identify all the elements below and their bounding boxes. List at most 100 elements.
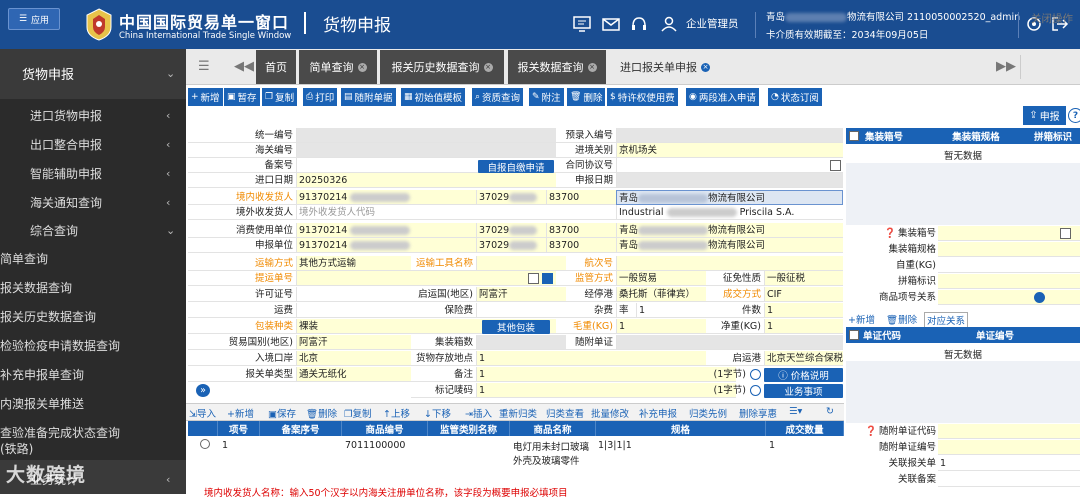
close-ops-button[interactable]: 关闭操作: [1031, 11, 1073, 26]
field-jnshf-name[interactable]: 青岛 物流有限公司: [616, 190, 843, 205]
field-mygb[interactable]: 阿富汗: [296, 335, 411, 350]
price-note-button[interactable]: ⓘ 价格说明: [764, 368, 843, 382]
add-box-button[interactable]: +新增: [848, 312, 875, 326]
field-sfdz[interactable]: [616, 335, 843, 350]
goods-copy-button[interactable]: ❐复制: [344, 406, 372, 420]
doc-select-all-checkbox[interactable]: [849, 330, 859, 340]
field-haiguan[interactable]: [296, 143, 556, 158]
sidebar-item-notice[interactable]: 海关通知查询 ‹: [0, 191, 186, 213]
copy-button[interactable]: ❐ 复制: [262, 88, 298, 106]
field-jgfs[interactable]: 一般贸易: [616, 271, 706, 286]
tab-history[interactable]: 报关历史数据查询 ×: [380, 50, 504, 84]
tab-simple-query[interactable]: 简单查询 ×: [299, 50, 377, 84]
field-zm[interactable]: 一般征税: [764, 271, 843, 286]
delete-button[interactable]: 🗑 删除: [567, 88, 606, 106]
tab-import-declaration[interactable]: 进口报关单申报 ×: [610, 50, 720, 84]
sidebar-item-export[interactable]: 出口整合申报 ‹: [0, 133, 186, 155]
attachments-button[interactable]: ▤ 随附单据: [341, 88, 396, 106]
close-icon[interactable]: ×: [701, 62, 710, 72]
field-sfbh[interactable]: [938, 440, 1080, 455]
sidebar-sub-simple[interactable]: 简单查询: [0, 250, 186, 267]
screen-icon[interactable]: [573, 16, 591, 32]
sidebar-sub-supplement[interactable]: 补充申报单查询: [0, 366, 186, 383]
select-all-checkbox[interactable]: [849, 131, 859, 141]
two-stage-button[interactable]: ◉ 两段准入申请: [686, 88, 759, 106]
field-qyg[interactable]: 阿富汗: [476, 287, 566, 302]
field-cjfs[interactable]: CIF: [764, 287, 843, 302]
mail-icon[interactable]: [602, 16, 620, 32]
sidebar-sub-data[interactable]: 报关数据查询: [0, 279, 186, 296]
menu-toggle-icon[interactable]: ☰: [198, 59, 210, 74]
sidebar-sub-inspection[interactable]: 检验检疫申请数据查询: [0, 337, 186, 354]
field-shenbao-date[interactable]: [616, 173, 843, 188]
app-menu-button[interactable]: ☰ 应用: [8, 8, 60, 30]
field-glba[interactable]: [938, 472, 1080, 487]
field-jwshf-code[interactable]: 境外收发货人代码: [296, 205, 616, 220]
field-sbdw-name[interactable]: 青岛 物流有限公司: [616, 238, 843, 253]
circle-icon[interactable]: [750, 369, 761, 380]
sidebar-sub-history[interactable]: 报关历史数据查询: [0, 308, 186, 325]
delete-box-button[interactable]: 🗑删除: [886, 312, 917, 326]
other-package-button[interactable]: 其他包装: [482, 320, 550, 334]
field-hwcf[interactable]: 1: [476, 351, 706, 366]
user-icon[interactable]: [660, 16, 678, 32]
goods-delete-button[interactable]: 🗑删除: [306, 406, 337, 420]
field-qyg2[interactable]: 北京天竺综合保税: [764, 351, 843, 366]
close-icon[interactable]: ×: [587, 62, 597, 72]
field-rjka[interactable]: 北京: [296, 351, 411, 366]
tab-data-query[interactable]: 报关数据查询 ×: [508, 50, 606, 84]
field-xfsy-37029[interactable]: 37029: [476, 223, 546, 238]
field-ysgj[interactable]: [476, 256, 566, 271]
sidebar-item-import[interactable]: 进口货物申报 ‹: [0, 104, 186, 126]
field-ysfs[interactable]: 其他方式运输: [296, 256, 411, 271]
circle-icon-2[interactable]: [750, 385, 761, 396]
row-radio[interactable]: [200, 439, 210, 449]
template-button[interactable]: ▦ 初始值模板: [401, 88, 466, 106]
field-xfsy-83700[interactable]: 83700: [546, 223, 616, 238]
move-down-button[interactable]: ↓下移: [424, 406, 451, 420]
tab-scroll-left-icon[interactable]: ◀◀: [234, 59, 254, 74]
sidebar-sub-readiness[interactable]: 查验准备完成状态查询: [0, 424, 186, 441]
close-icon[interactable]: ×: [357, 62, 367, 72]
classify-view-button[interactable]: 归类查看: [546, 406, 584, 420]
tab-home[interactable]: 首页: [256, 50, 296, 84]
close-icon[interactable]: ×: [483, 62, 493, 72]
refresh-icon[interactable]: ↻: [826, 406, 834, 417]
field-gldh[interactable]: 1: [938, 456, 1080, 471]
field-jzxs[interactable]: [476, 335, 566, 350]
save-draft-button[interactable]: ▣ 暂存: [224, 88, 260, 106]
tab-scroll-right-icon[interactable]: ▶▶: [996, 59, 1016, 74]
sidebar-item-smart[interactable]: 智能辅助申报 ‹: [0, 162, 186, 184]
hetong-checkbox[interactable]: [830, 160, 841, 171]
field-tydh[interactable]: [296, 271, 556, 286]
sidebar-sub-push[interactable]: 内澳报关单推送: [0, 395, 186, 412]
field-box-spec[interactable]: [938, 242, 1080, 257]
help-icon[interactable]: ?: [1068, 108, 1080, 123]
field-jz[interactable]: 1: [764, 319, 843, 334]
field-xfsy-code[interactable]: 91370214: [296, 223, 476, 238]
self-declare-button[interactable]: 自报自缴申请: [478, 160, 554, 174]
expand-icon[interactable]: »: [196, 384, 210, 397]
field-bxf[interactable]: [476, 303, 566, 318]
field-sbdw-37029[interactable]: 37029: [476, 238, 546, 253]
import-button[interactable]: ⇲导入: [189, 406, 216, 420]
field-jwshf-name[interactable]: Industrial Priscila S.A.: [616, 205, 843, 220]
sidebar-section-huowu[interactable]: 货物申报 ⌄: [0, 61, 186, 85]
relation-button[interactable]: 对应关系: [924, 312, 969, 328]
royalty-button[interactable]: $ 特许权使用费: [607, 88, 678, 106]
print-button[interactable]: ⎙ 打印: [303, 88, 338, 106]
qualification-button[interactable]: ⌕ 资质查询: [472, 88, 524, 106]
field-js[interactable]: 1: [764, 303, 843, 318]
tydh-doc-icon[interactable]: [542, 273, 553, 284]
field-jtg[interactable]: 桑托斯（菲律宾）: [616, 287, 706, 302]
subscribe-button[interactable]: ◔ 状态订阅: [768, 88, 822, 106]
field-jnshf-83700[interactable]: 83700: [546, 190, 616, 205]
field-xkz[interactable]: [296, 287, 411, 302]
field-box-no[interactable]: [938, 226, 1080, 241]
supplement-button[interactable]: 补充申报: [639, 406, 677, 420]
field-jingchu[interactable]: 京机场关: [616, 143, 843, 158]
field-bz[interactable]: 1: [476, 367, 736, 382]
insert-button[interactable]: ⇥插入: [465, 406, 492, 420]
delete-benefit-button[interactable]: 删除享惠: [739, 406, 777, 420]
declare-button[interactable]: ⇪ 申报: [1023, 106, 1066, 125]
